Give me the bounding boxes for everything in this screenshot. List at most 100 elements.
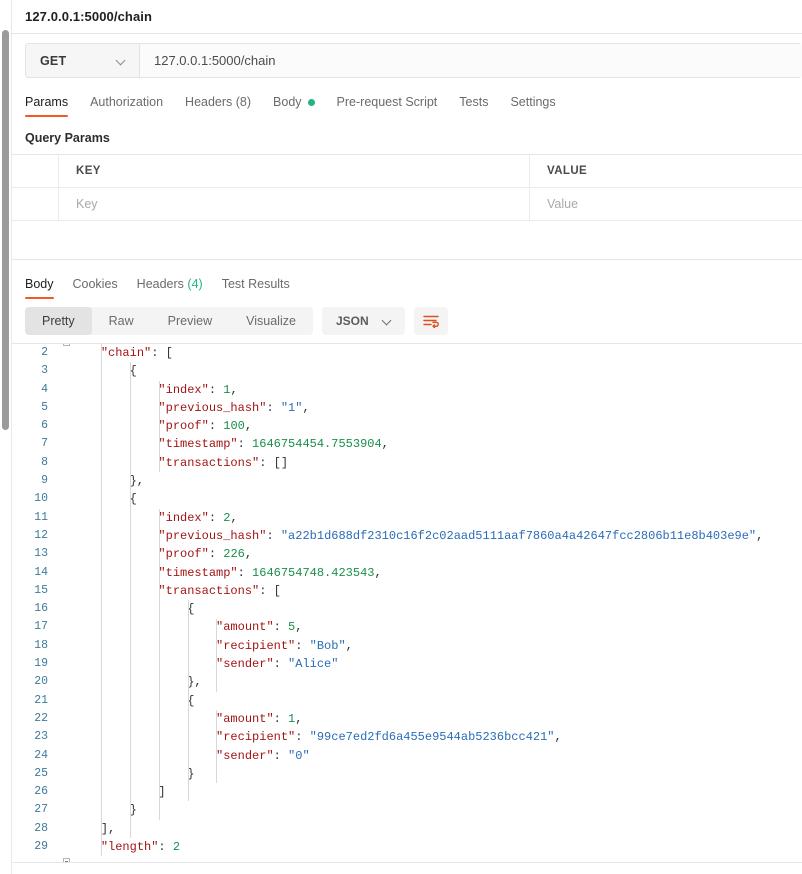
line-number: 9 bbox=[41, 474, 48, 488]
line-number: 10 bbox=[34, 492, 48, 506]
code-line-text: "proof": 100, bbox=[158, 419, 253, 434]
param-key-input[interactable]: Key bbox=[76, 197, 98, 211]
request-tabs: Params Authorization Headers (8) Body Pr… bbox=[12, 86, 802, 117]
response-body-viewer[interactable]: 2 "chain": [3 {4 "index": 1, 5 "previous_… bbox=[12, 343, 802, 863]
postman-window: 127.0.0.1:5000/chain GET 127.0.0.1:5000/… bbox=[0, 0, 802, 874]
http-method-dropdown[interactable]: GET bbox=[26, 44, 140, 77]
tab-settings-label: Settings bbox=[510, 95, 556, 109]
code-line-text: "recipient": "Bob", bbox=[216, 638, 353, 653]
response-tab-cookies-label: Cookies bbox=[72, 277, 118, 291]
code-line-text: "sender": "0" bbox=[216, 748, 310, 763]
app-left-scrollbar-strip bbox=[0, 0, 12, 874]
code-line-text: { bbox=[187, 602, 195, 617]
tab-tests[interactable]: Tests bbox=[459, 95, 502, 117]
code-line-text: { bbox=[187, 693, 195, 708]
code-line-text: } bbox=[129, 803, 137, 818]
code-line-text: "transactions": [] bbox=[158, 455, 289, 470]
view-mode-raw[interactable]: Raw bbox=[92, 307, 151, 335]
chevron-down-icon bbox=[117, 56, 127, 66]
line-number: 23 bbox=[34, 730, 48, 744]
header-checkbox-cell bbox=[12, 155, 59, 187]
line-number: 21 bbox=[34, 693, 48, 707]
line-number: 5 bbox=[41, 400, 48, 414]
line-number: 27 bbox=[34, 803, 48, 817]
indent-guide bbox=[158, 380, 160, 473]
request-title-bar: 127.0.0.1:5000/chain bbox=[12, 0, 802, 34]
line-number: 17 bbox=[34, 620, 48, 634]
column-header-key: KEY bbox=[76, 165, 101, 177]
line-number: 2 bbox=[41, 346, 48, 359]
response-tab-test-results[interactable]: Test Results bbox=[222, 277, 303, 299]
pane-divider bbox=[12, 221, 802, 260]
indent-guide bbox=[100, 344, 102, 857]
line-number: 20 bbox=[34, 675, 48, 689]
line-number: 18 bbox=[34, 638, 48, 652]
indent-guide bbox=[216, 710, 218, 784]
code-line-text: "index": 2, bbox=[158, 510, 238, 525]
response-tab-headers[interactable]: Headers (4) bbox=[137, 277, 216, 299]
tab-headers[interactable]: Headers (8) bbox=[185, 95, 265, 117]
table-header-row: KEY VALUE bbox=[12, 155, 802, 188]
view-mode-preview[interactable]: Preview bbox=[151, 307, 229, 335]
tab-pre-request-script-label: Pre-request Script bbox=[336, 95, 438, 109]
code-line-text: "chain": [ bbox=[100, 346, 173, 360]
code-line: 29 "length": 2 bbox=[12, 838, 802, 856]
chevron-down-icon bbox=[383, 316, 393, 326]
request-url-input[interactable]: 127.0.0.1:5000/chain bbox=[140, 44, 802, 77]
tab-body[interactable]: Body bbox=[273, 95, 329, 117]
tab-params-label: Params bbox=[25, 95, 69, 109]
response-tab-cookies[interactable]: Cookies bbox=[73, 277, 131, 299]
code-line-text: "timestamp": 1646754748.423543, bbox=[158, 565, 382, 580]
wrap-lines-icon bbox=[422, 315, 439, 328]
line-number: 15 bbox=[34, 583, 48, 597]
indent-guide bbox=[187, 600, 189, 802]
indent-guide bbox=[129, 362, 131, 839]
body-present-dot-icon bbox=[307, 98, 315, 106]
code-line-text: "amount": 1, bbox=[216, 711, 303, 726]
code-line-text: ], bbox=[100, 821, 116, 836]
code-line-text: "index": 1, bbox=[158, 382, 238, 397]
response-view-mode-group: Pretty Raw Preview Visualize bbox=[25, 307, 313, 335]
row-checkbox-cell[interactable] bbox=[12, 188, 59, 220]
wrap-lines-button[interactable] bbox=[413, 307, 448, 335]
tab-authorization[interactable]: Authorization bbox=[90, 95, 177, 117]
vertical-scrollbar-thumb[interactable] bbox=[2, 30, 9, 430]
table-row[interactable]: Key Value bbox=[12, 188, 802, 221]
code-line-text: { bbox=[129, 364, 137, 379]
tab-authorization-label: Authorization bbox=[90, 95, 164, 109]
view-mode-visualize[interactable]: Visualize bbox=[229, 307, 313, 335]
request-response-pane: 127.0.0.1:5000/chain GET 127.0.0.1:5000/… bbox=[12, 0, 802, 874]
url-bar-container: GET 127.0.0.1:5000/chain bbox=[12, 34, 802, 86]
column-header-value: VALUE bbox=[547, 165, 588, 177]
tab-pre-request-script[interactable]: Pre-request Script bbox=[337, 95, 452, 117]
indent-guide bbox=[216, 618, 218, 692]
line-number: 26 bbox=[34, 785, 48, 799]
tab-headers-label: Headers (8) bbox=[185, 95, 252, 109]
param-value-input[interactable]: Value bbox=[547, 197, 578, 211]
code-line-text: "amount": 5, bbox=[216, 620, 303, 635]
line-number: 4 bbox=[41, 382, 48, 396]
fold-marker-icon[interactable] bbox=[63, 344, 70, 346]
view-mode-pretty[interactable]: Pretty bbox=[25, 307, 92, 335]
line-number: 12 bbox=[34, 528, 48, 542]
http-method-label: GET bbox=[40, 53, 67, 68]
line-number: 13 bbox=[34, 547, 48, 561]
tab-settings[interactable]: Settings bbox=[510, 95, 569, 117]
line-number: 24 bbox=[34, 748, 48, 762]
response-format-dropdown[interactable]: JSON bbox=[321, 307, 405, 335]
code-line-text: "length": 2 bbox=[100, 840, 181, 855]
line-number: 7 bbox=[41, 437, 48, 451]
code-line-text: "transactions": [ bbox=[158, 583, 281, 598]
indent-guide bbox=[158, 508, 160, 820]
response-headers-count: (4) bbox=[187, 277, 203, 291]
response-tab-headers-label: Headers bbox=[136, 277, 188, 291]
response-tab-body[interactable]: Body bbox=[25, 277, 67, 299]
url-bar: GET 127.0.0.1:5000/chain bbox=[25, 43, 802, 78]
query-params-table: KEY VALUE Key Value bbox=[12, 154, 802, 221]
response-tab-body-label: Body bbox=[25, 277, 54, 291]
tab-params[interactable]: Params bbox=[25, 95, 82, 117]
code-line-text: "previous_hash": "a22b1d688df2310c16f2c0… bbox=[158, 528, 764, 543]
response-tabs: Body Cookies Headers (4) Test Results bbox=[12, 260, 802, 299]
line-number: 28 bbox=[34, 821, 48, 835]
response-tab-test-results-label: Test Results bbox=[221, 277, 290, 291]
